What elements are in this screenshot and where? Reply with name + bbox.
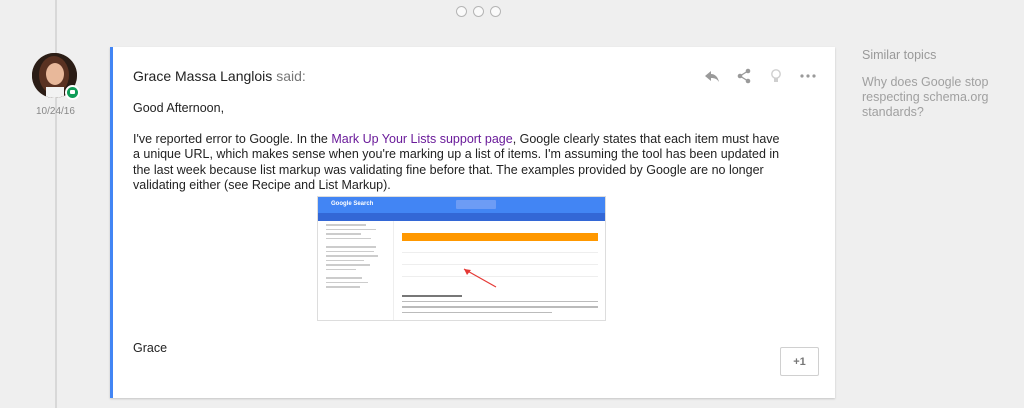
embedded-screenshot-image[interactable]: Google Search: [317, 196, 606, 321]
post-header: Grace Massa Langlois said:: [133, 68, 306, 84]
post-paragraph: I've reported error to Google. In the Ma…: [133, 132, 788, 194]
screenshot-table: [402, 233, 598, 277]
dot-icon[interactable]: [490, 6, 501, 17]
similar-topics-title: Similar topics: [862, 48, 937, 62]
support-page-link[interactable]: Mark Up Your Lists support page: [331, 132, 512, 146]
screenshot-header: Google Search: [318, 197, 605, 213]
screenshot-table-row: [402, 253, 598, 265]
said-label: said:: [276, 68, 306, 84]
lightbulb-icon[interactable]: [767, 67, 785, 85]
post-card: Grace Massa Langlois said: Good Afternoo…: [110, 47, 835, 398]
screenshot-nav: [318, 221, 394, 320]
screenshot-app-name: Google Search: [331, 201, 374, 207]
post-body: Good Afternoon, I've reported error to G…: [133, 101, 788, 194]
pagination-dots[interactable]: [456, 6, 501, 17]
author-name[interactable]: Grace Massa Langlois: [133, 68, 272, 84]
paragraph-text-1: I've reported error to Google. In the: [133, 131, 332, 146]
dot-icon[interactable]: [473, 6, 484, 17]
share-icon[interactable]: [735, 67, 753, 85]
dot-icon[interactable]: [456, 6, 467, 17]
greeting: Good Afternoon,: [133, 101, 225, 115]
screenshot-table-header: [402, 233, 598, 241]
red-arrow-annotation: [463, 268, 497, 288]
hangouts-badge-icon: [65, 85, 80, 100]
screenshot-table-row: [402, 265, 598, 277]
more-icon[interactable]: [799, 67, 817, 85]
screenshot-search-box: [456, 200, 496, 209]
similar-topic-link[interactable]: Why does Google stop respecting schema.o…: [862, 75, 1012, 120]
screenshot-text-block: [402, 291, 598, 313]
signature: Grace: [133, 341, 168, 355]
reply-icon[interactable]: [703, 67, 721, 85]
screenshot-tabbar: [318, 213, 605, 221]
screenshot-table-row: [402, 241, 598, 253]
post-actions: [703, 67, 817, 85]
plus-one-button[interactable]: +1: [780, 347, 819, 376]
similar-topics-panel: Similar topics Why does Google stop resp…: [862, 48, 1012, 120]
post-date: 10/24/16: [36, 106, 75, 117]
